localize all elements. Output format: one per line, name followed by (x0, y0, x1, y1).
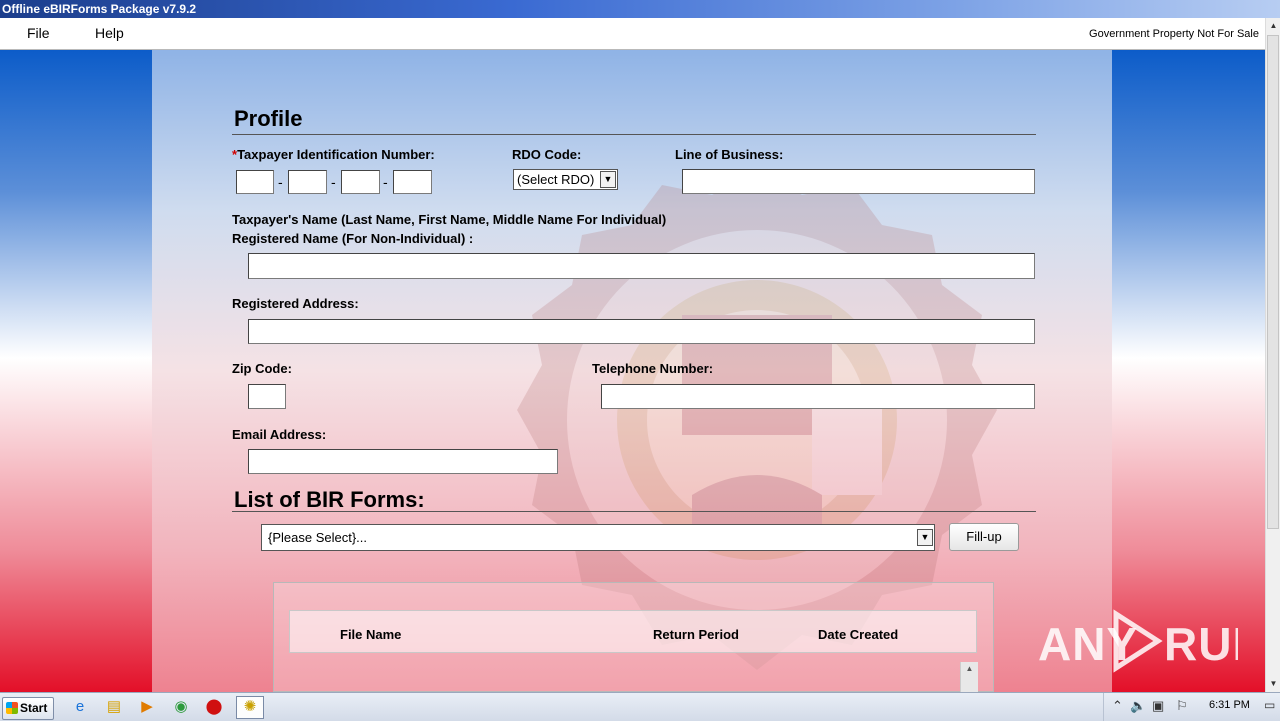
telephone-input[interactable] (601, 384, 1035, 409)
scroll-up-icon[interactable]: ▲ (1266, 18, 1280, 34)
media-player-icon[interactable]: ▶ (136, 697, 158, 717)
anyrun-watermark: ANY RUN (1038, 608, 1266, 674)
svg-text:RUN: RUN (1164, 618, 1238, 670)
rdo-select[interactable]: (Select RDO) ▼ (513, 169, 618, 190)
rdo-select-value: (Select RDO) (517, 172, 595, 187)
start-button[interactable]: Start (2, 697, 54, 720)
registered-name-label: Registered Name (For Non-Individual) : (232, 231, 474, 246)
tin-separator: - (383, 174, 388, 190)
profile-divider (232, 134, 1036, 135)
tin-label-text: Taxpayer Identification Number: (237, 147, 435, 162)
show-hidden-icons-icon[interactable]: ⌃ (1112, 698, 1123, 714)
anyrun-logo: ANY RUN (1038, 609, 1266, 673)
column-return-period[interactable]: Return Period (653, 627, 739, 642)
zip-code-label: Zip Code: (232, 361, 292, 376)
menu-bar: File Help Government Property Not For Sa… (0, 18, 1265, 50)
explorer-icon[interactable]: ▤ (103, 697, 125, 717)
tin-separator: - (278, 174, 283, 190)
chevron-down-icon[interactable]: ▼ (917, 529, 933, 546)
chrome-icon[interactable]: ◉ (170, 697, 192, 717)
bir-form-select-value: {Please Select}... (268, 530, 368, 545)
column-date-created[interactable]: Date Created (818, 627, 898, 642)
tin-label: *Taxpayer Identification Number: (232, 147, 435, 162)
forms-divider (232, 511, 1036, 512)
volume-icon[interactable]: 🔈 (1130, 698, 1146, 714)
scroll-up-icon[interactable]: ▲ (961, 662, 978, 676)
show-desktop-icon[interactable]: ▭ (1264, 698, 1275, 712)
telephone-label: Telephone Number: (592, 361, 714, 376)
window-title: Offline eBIRForms Package v7.9.2 (2, 2, 197, 16)
fill-up-button[interactable]: Fill-up (949, 523, 1019, 551)
profile-title: Profile (234, 106, 303, 131)
line-of-business-label: Line of Business: (675, 147, 784, 162)
menu-help[interactable]: Help (95, 25, 124, 41)
bir-form-select[interactable]: {Please Select}... ▼ (261, 524, 935, 551)
tin-part-2-input[interactable] (288, 170, 327, 194)
zip-code-input[interactable] (248, 384, 286, 409)
taxpayer-name-label: Taxpayer's Name (Last Name, First Name, … (232, 212, 667, 227)
start-label: Start (20, 701, 48, 715)
opera-icon[interactable]: ⬤ (203, 697, 225, 717)
column-file-name[interactable]: File Name (340, 627, 401, 642)
menu-file[interactable]: File (27, 25, 50, 41)
email-input[interactable] (248, 449, 558, 474)
system-tray: ⌃ 🔈 ▣ ⚐ 6:31 PM ▭ (1103, 693, 1280, 721)
taxpayer-name-input[interactable] (248, 253, 1035, 279)
tin-separator: - (331, 174, 336, 190)
ebirforms-icon[interactable]: ✺ (236, 696, 264, 719)
email-label: Email Address: (232, 427, 327, 442)
tin-branch-input[interactable] (393, 170, 432, 194)
line-of-business-input[interactable] (682, 169, 1035, 194)
tin-part-1-input[interactable] (236, 170, 274, 194)
scroll-down-icon[interactable]: ▼ (1266, 676, 1280, 692)
clock[interactable]: 6:31 PM (1209, 699, 1250, 711)
rdo-label: RDO Code: (512, 147, 582, 162)
forms-list-title: List of BIR Forms: (234, 487, 425, 512)
action-center-flag-icon[interactable]: ⚐ (1176, 698, 1188, 714)
windows-logo-icon (6, 702, 18, 714)
taskbar: Start e ▤ ▶ ◉ ⬤ ✺ ⌃ 🔈 ▣ ⚐ 6:31 PM ▭ (0, 692, 1280, 721)
scrollbar-thumb[interactable] (1267, 35, 1279, 529)
table-scrollbar[interactable]: ▲ (960, 662, 978, 692)
ie-icon[interactable]: e (69, 697, 91, 717)
window-titlebar: Offline eBIRForms Package v7.9.2 (0, 0, 1280, 18)
network-icon[interactable]: ▣ (1152, 698, 1164, 714)
tin-part-3-input[interactable] (341, 170, 380, 194)
window-scrollbar[interactable]: ▲ ▼ (1265, 18, 1280, 692)
registered-address-label: Registered Address: (232, 296, 359, 311)
government-notice: Government Property Not For Sale (1089, 28, 1259, 40)
chevron-down-icon[interactable]: ▼ (600, 171, 616, 188)
registered-address-input[interactable] (248, 319, 1035, 344)
